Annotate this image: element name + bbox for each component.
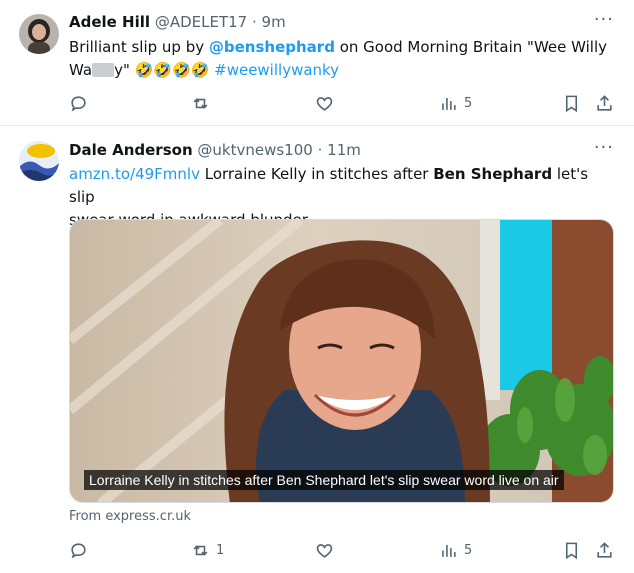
tweet-header: Dale Anderson @uktvnews100 · 11m xyxy=(69,141,361,159)
reply-icon xyxy=(71,95,86,112)
action-bar: 1 5 xyxy=(69,538,619,562)
views-count: 5 xyxy=(464,542,473,558)
retweet-button[interactable]: 1 xyxy=(191,538,224,562)
text-part1: Lorraine Kelly in stitches after xyxy=(199,165,434,183)
link-card-image[interactable]: Lorraine Kelly in stitches after Ben She… xyxy=(69,219,614,503)
bookmark-icon xyxy=(565,542,578,559)
video-caption: Lorraine Kelly in stitches after Ben She… xyxy=(84,470,564,490)
text-prefix: Brilliant slip up by xyxy=(69,38,209,56)
action-bar: 5 xyxy=(69,91,619,115)
bookmark-button[interactable] xyxy=(562,91,581,115)
like-button[interactable] xyxy=(315,91,334,115)
reply-button[interactable] xyxy=(69,91,88,115)
retweet-icon xyxy=(193,97,208,109)
separator-dot: · xyxy=(317,141,323,159)
views-count: 5 xyxy=(464,95,473,111)
views-button[interactable]: 5 xyxy=(439,91,472,115)
reply-button[interactable] xyxy=(69,538,88,562)
reply-icon xyxy=(71,542,86,559)
avatar[interactable] xyxy=(19,141,59,181)
text-middle: on Good Morning Britain "Wee Willy xyxy=(334,38,608,56)
bookmark-icon xyxy=(565,95,578,112)
article-link[interactable]: amzn.to/49Fmnlv xyxy=(69,165,200,183)
author-name[interactable]: Adele Hill xyxy=(69,13,150,31)
mention-link[interactable]: @benshephard xyxy=(209,38,335,56)
timestamp[interactable]: 9m xyxy=(262,13,286,31)
tweet-header: Adele Hill @ADELET17 · 9m xyxy=(69,13,286,31)
like-icon xyxy=(316,96,333,111)
separator-dot: · xyxy=(251,13,257,31)
share-icon xyxy=(597,541,612,558)
author-name[interactable]: Dale Anderson xyxy=(69,141,193,159)
text-bold-name: Ben Shephard xyxy=(433,165,553,183)
views-button[interactable]: 5 xyxy=(439,538,472,562)
author-handle[interactable]: @uktvnews100 xyxy=(197,141,312,159)
timestamp[interactable]: 11m xyxy=(327,141,361,159)
share-button[interactable] xyxy=(595,91,614,115)
share-icon xyxy=(597,94,612,111)
retweet-icon xyxy=(193,544,208,556)
author-handle[interactable]: @ADELET17 xyxy=(155,13,247,31)
bookmark-button[interactable] xyxy=(562,538,581,562)
more-icon[interactable]: ··· xyxy=(594,11,614,29)
tweet-text: Brilliant slip up by @benshephard on Goo… xyxy=(69,36,609,82)
card-source[interactable]: From express.cr.uk xyxy=(69,509,191,524)
text-line2-start: Wa xyxy=(69,61,93,79)
retweet-button[interactable] xyxy=(191,91,210,115)
share-button[interactable] xyxy=(595,538,614,562)
censored-blur xyxy=(92,63,115,77)
like-button[interactable] xyxy=(315,538,334,562)
tweet[interactable]: Dale Anderson @uktvnews100 · 11m ··· amz… xyxy=(0,127,634,573)
like-icon xyxy=(316,543,333,558)
more-icon[interactable]: ··· xyxy=(594,139,614,157)
text-line2-after: y" xyxy=(114,61,135,79)
hashtag-link[interactable]: #weewillywanky xyxy=(214,61,339,79)
views-icon xyxy=(442,97,456,110)
tweet[interactable]: Adele Hill @ADELET17 · 9m ··· Brilliant … xyxy=(0,0,634,126)
views-icon xyxy=(442,544,456,557)
avatar[interactable] xyxy=(19,14,59,54)
retweet-count: 1 xyxy=(216,542,225,558)
emoji: 🤣🤣🤣🤣 xyxy=(134,61,210,79)
